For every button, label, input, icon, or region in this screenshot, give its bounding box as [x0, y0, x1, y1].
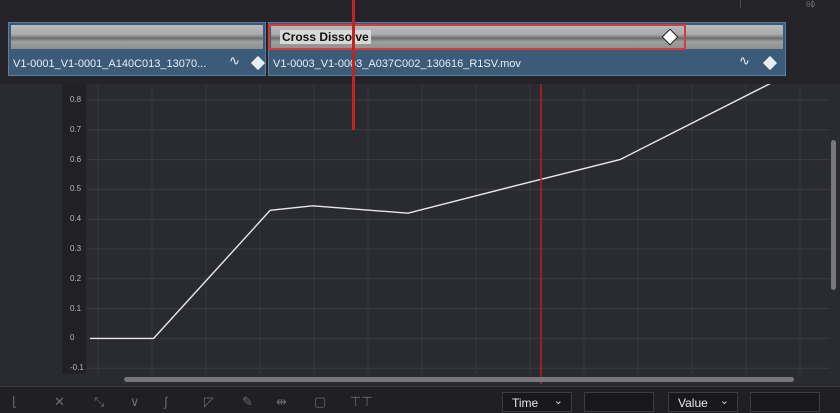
linear-icon[interactable]: ⌊ [12, 394, 17, 410]
ruler-tick [740, 0, 741, 8]
clip-name: V1-0003_V1-0003_A037C002_130616_R1SV.mov [273, 58, 521, 70]
cross-dissolve-transition[interactable]: Cross Dissolve [268, 24, 686, 50]
value-dropdown-label: Value [678, 396, 708, 410]
clip-thumbnail [11, 25, 263, 49]
clip-name: V1-0001_V1-0001_A140C013_13070... [13, 58, 207, 70]
value-field[interactable] [750, 392, 820, 412]
time-dropdown[interactable]: Time ⌄ [502, 392, 572, 412]
fit-icon[interactable]: ▢ [314, 394, 326, 410]
ease-out-icon[interactable]: ∨ [130, 394, 140, 410]
transition-label: Cross Dissolve [280, 30, 371, 44]
keyframe-diamond-icon[interactable] [661, 28, 679, 46]
grid [88, 84, 830, 374]
select-icon[interactable]: ◸ [204, 394, 214, 410]
value-dropdown[interactable]: Value ⌄ [668, 392, 738, 412]
horizontal-scrollbar[interactable] [124, 377, 794, 382]
playhead[interactable] [352, 0, 355, 130]
chevron-down-icon: ⌄ [553, 395, 563, 407]
keyframe-curve[interactable] [90, 84, 779, 340]
curve-plot[interactable] [0, 84, 840, 384]
ease-in-icon[interactable]: ⤡ [94, 394, 104, 410]
bezier-icon[interactable]: ✕ [54, 394, 65, 410]
pen-icon[interactable]: ✎ [242, 394, 253, 410]
clip-1[interactable]: V1-0001_V1-0001_A140C013_13070... ∿ [8, 22, 266, 76]
ease-in-out-icon[interactable]: ∫ [164, 394, 168, 409]
time-value-field[interactable] [584, 392, 654, 412]
keyframe-diamond-icon[interactable] [762, 55, 778, 71]
vertical-scrollbar[interactable] [831, 140, 836, 290]
stretch-icon[interactable]: ⇹ [276, 394, 287, 410]
curve-icon[interactable]: ∿ [229, 53, 240, 69]
ruler-label: 60 [806, 0, 815, 9]
time-dropdown-label: Time [512, 396, 539, 410]
keyframe-diamond-icon[interactable] [250, 55, 266, 71]
chevron-down-icon: ⌄ [719, 395, 729, 407]
align-icon[interactable]: ⊤⊤ [350, 394, 373, 410]
curve-icon[interactable]: ∿ [739, 53, 750, 69]
